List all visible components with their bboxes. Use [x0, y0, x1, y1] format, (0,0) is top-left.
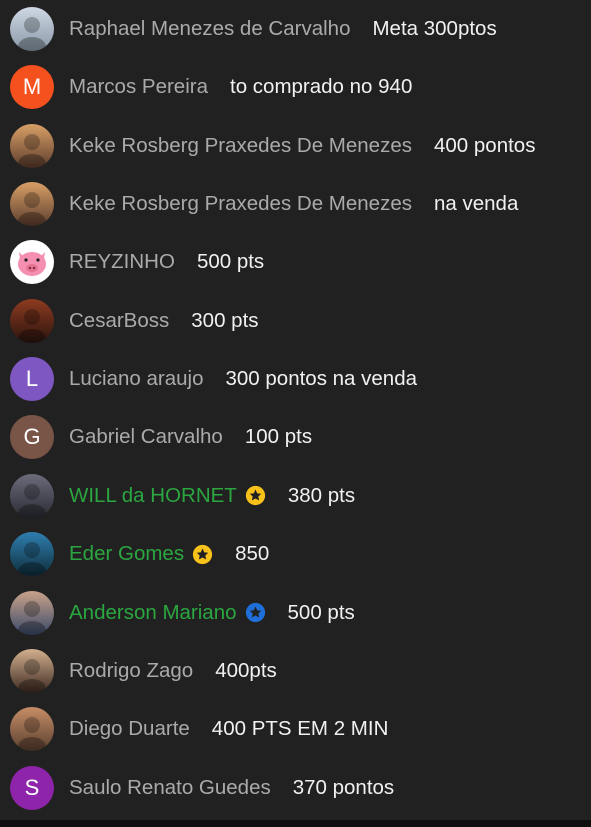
message-content: REYZINHO 500 pts — [69, 250, 264, 274]
message-text: 400 PTS EM 2 MIN — [211, 717, 389, 741]
message-content: Anderson Mariano 500 pts — [69, 601, 355, 625]
message-content: Rodrigo Zago 400pts — [69, 659, 277, 683]
message-content: Diego Duarte 400 PTS EM 2 MIN — [69, 717, 388, 741]
chat-message[interactable]: REYZINHO 500 pts — [0, 233, 591, 291]
photo-icon — [10, 123, 54, 168]
message-content: Luciano araujo 300 pontos na venda — [69, 367, 417, 391]
avatar[interactable] — [10, 707, 54, 752]
message-text: 500 pts — [287, 600, 355, 624]
author-name[interactable]: Keke Rosberg Praxedes De Menezes — [69, 192, 412, 216]
avatar[interactable] — [10, 123, 54, 168]
message-text: 500 pts — [196, 250, 265, 274]
chat-message[interactable]: L Luciano araujo 300 pontos na venda — [0, 350, 591, 408]
chat-message[interactable]: M Marcos Pereira to comprado no 940 — [0, 58, 591, 116]
author-name[interactable]: Anderson Mariano — [69, 601, 237, 625]
message-text: 300 pts — [191, 308, 259, 332]
message-text: 300 pontos na venda — [225, 367, 418, 391]
star-badge-icon[interactable] — [192, 544, 213, 565]
photo-icon — [10, 473, 54, 518]
chat-message[interactable]: WILL da HORNET 380 pts — [0, 467, 591, 525]
author-name[interactable]: Saulo Renato Guedes — [69, 776, 271, 800]
avatar[interactable] — [10, 240, 54, 285]
chat-message[interactable]: S Saulo Renato Guedes 370 pontos — [0, 759, 591, 817]
avatar[interactable] — [10, 182, 54, 227]
avatar[interactable]: S — [10, 765, 54, 810]
photo-icon — [10, 298, 54, 343]
author-name[interactable]: Keke Rosberg Praxedes De Menezes — [69, 134, 412, 158]
message-content: CesarBoss 300 pts — [69, 309, 259, 333]
chat-message[interactable]: G Gabriel Carvalho 100 pts — [0, 408, 591, 466]
avatar-letter: G — [23, 424, 41, 450]
message-text: na venda — [434, 192, 519, 216]
chat-message[interactable]: Raphael Menezes de Carvalho Meta 300ptos — [0, 0, 591, 58]
avatar[interactable]: L — [10, 357, 54, 402]
avatar-letter: M — [22, 74, 42, 100]
avatar[interactable] — [10, 648, 54, 693]
author-name[interactable]: Eder Gomes — [69, 542, 184, 566]
author-name[interactable]: Marcos Pereira — [69, 75, 208, 99]
message-content: Marcos Pereira to comprado no 940 — [69, 75, 412, 99]
avatar[interactable] — [10, 590, 54, 635]
message-text: 400 pontos — [434, 133, 536, 157]
photo-icon — [10, 182, 54, 227]
message-text: to comprado no 940 — [230, 75, 413, 99]
author-name[interactable]: CesarBoss — [69, 309, 169, 333]
avatar-letter: L — [25, 366, 39, 392]
live-chat-message-list: Raphael Menezes de Carvalho Meta 300ptos M… — [0, 0, 591, 820]
message-content: Eder Gomes 850 — [69, 542, 269, 566]
avatar[interactable] — [10, 532, 54, 577]
photo-icon — [10, 707, 54, 752]
message-content: Keke Rosberg Praxedes De Menezes 400 pont… — [69, 134, 535, 158]
message-content: Keke Rosberg Praxedes De Menezes na venda — [69, 192, 518, 216]
avatar[interactable] — [10, 473, 54, 518]
message-text: 370 pontos — [292, 775, 395, 799]
avatar[interactable]: G — [10, 415, 54, 460]
chat-message[interactable]: Anderson Mariano 500 pts — [0, 584, 591, 642]
message-text: 850 — [235, 542, 270, 566]
chat-message[interactable]: Diego Duarte 400 PTS EM 2 MIN — [0, 700, 591, 758]
message-text: 400pts — [215, 658, 277, 682]
photo-icon — [10, 7, 54, 51]
chat-message[interactable]: CesarBoss 300 pts — [0, 292, 591, 350]
chat-message[interactable]: Keke Rosberg Praxedes De Menezes na venda — [0, 175, 591, 233]
message-content: WILL da HORNET 380 pts — [69, 484, 355, 508]
photo-icon — [10, 590, 54, 635]
avatar[interactable] — [10, 298, 54, 343]
author-name[interactable]: Raphael Menezes de Carvalho — [69, 17, 350, 41]
author-name[interactable]: WILL da HORNET — [69, 484, 237, 508]
chat-message[interactable]: Keke Rosberg Praxedes De Menezes 400 pont… — [0, 117, 591, 175]
message-text: 380 pts — [287, 483, 356, 507]
bottom-bar — [0, 820, 591, 827]
message-content: Raphael Menezes de Carvalho Meta 300ptos — [69, 17, 497, 41]
star-badge-icon[interactable] — [245, 485, 266, 506]
avatar[interactable]: M — [10, 65, 54, 110]
message-content: Saulo Renato Guedes 370 pontos — [69, 776, 394, 800]
star-badge-icon[interactable] — [245, 602, 266, 623]
author-name[interactable]: REYZINHO — [69, 250, 175, 274]
avatar[interactable] — [10, 7, 54, 51]
message-content: Gabriel Carvalho 100 pts — [69, 425, 312, 449]
photo-icon — [10, 648, 54, 693]
chat-message[interactable]: Rodrigo Zago 400pts — [0, 642, 591, 700]
avatar-letter: S — [24, 774, 40, 800]
message-text: 100 pts — [244, 425, 313, 449]
chat-message[interactable]: Eder Gomes 850 — [0, 525, 591, 583]
author-name[interactable]: Rodrigo Zago — [69, 659, 193, 683]
message-text: Meta 300ptos — [372, 17, 497, 40]
author-name[interactable]: Gabriel Carvalho — [69, 425, 223, 449]
photo-icon — [10, 532, 54, 577]
author-name[interactable]: Diego Duarte — [69, 717, 190, 741]
pig-icon — [10, 240, 54, 285]
author-name[interactable]: Luciano araujo — [69, 367, 204, 391]
